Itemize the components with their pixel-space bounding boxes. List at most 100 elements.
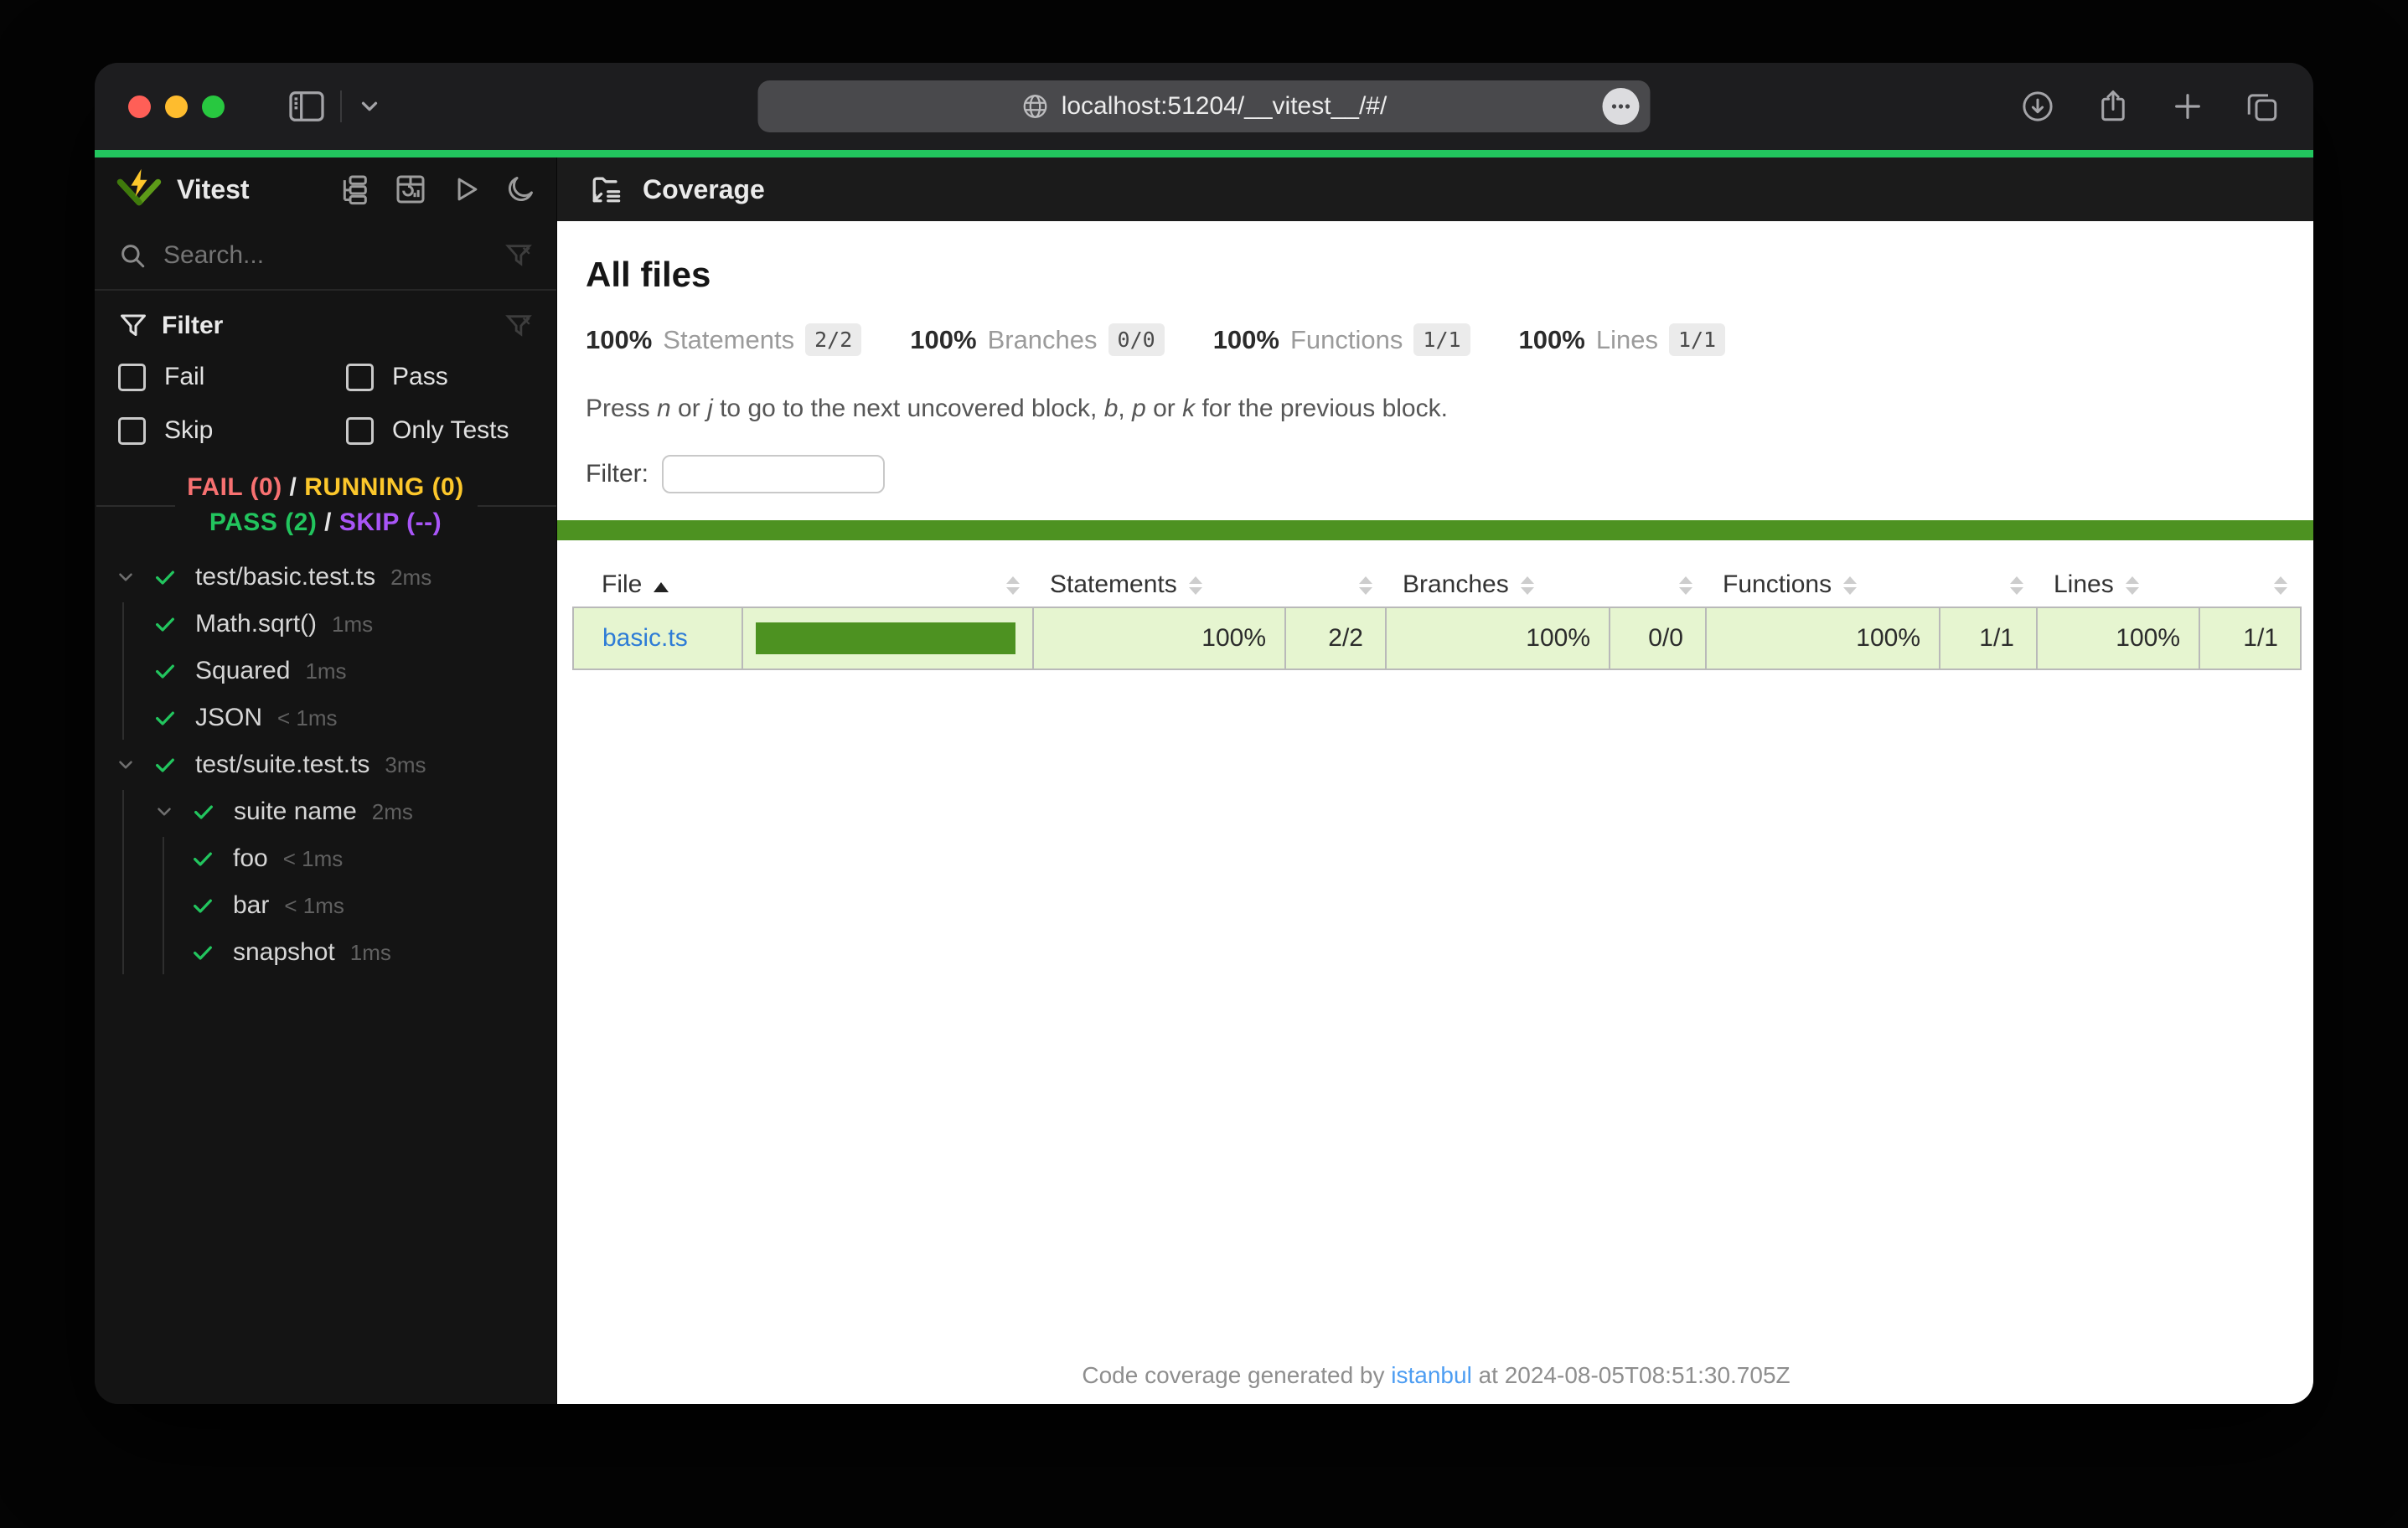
functions-frac-cell: 1/1 xyxy=(1939,607,2038,670)
zoom-window-button[interactable] xyxy=(202,95,225,118)
tree-item-test[interactable]: Squared 1ms xyxy=(95,648,556,694)
chevron-down-icon[interactable] xyxy=(153,801,175,823)
run-all-icon[interactable] xyxy=(450,173,482,205)
column-header-statements-frac[interactable] xyxy=(1285,562,1386,607)
chevron-down-icon[interactable] xyxy=(115,566,137,588)
filter-checkbox-pass[interactable]: Pass xyxy=(346,363,533,391)
test-label: bar xyxy=(233,891,270,919)
pass-check-icon xyxy=(153,659,177,683)
chevron-down-icon[interactable] xyxy=(357,94,382,119)
column-header-functions[interactable]: Functions xyxy=(1706,562,1940,607)
test-label: test/suite.test.ts xyxy=(195,751,370,778)
sort-icon[interactable] xyxy=(2274,576,2287,595)
chevron-down-icon[interactable] xyxy=(115,754,137,776)
filter-checkbox-skip[interactable]: Skip xyxy=(118,416,346,445)
tree-item-suite[interactable]: suite name 2ms xyxy=(95,788,556,835)
checkbox[interactable] xyxy=(346,416,374,445)
tree-indent-guide xyxy=(122,790,124,974)
stat-fraction-badge: 1/1 xyxy=(1413,323,1470,356)
test-status-summary: FAIL (0) / RUNNING (0) PASS (2) / SKIP (… xyxy=(95,470,556,540)
column-header-file[interactable]: File xyxy=(573,562,742,607)
stat-percent: 100% xyxy=(910,324,977,354)
search-bar xyxy=(95,221,556,291)
sort-icon[interactable] xyxy=(1520,576,1534,595)
minimize-window-button[interactable] xyxy=(165,95,188,118)
pass-check-icon xyxy=(191,847,214,870)
column-header-functions-frac[interactable] xyxy=(1940,562,2037,607)
column-header-branches[interactable]: Branches xyxy=(1386,562,1610,607)
test-label: test/basic.test.ts xyxy=(195,563,376,591)
column-header-lines-frac[interactable] xyxy=(2199,562,2301,607)
dashboard-icon[interactable] xyxy=(394,173,427,206)
downloads-icon[interactable] xyxy=(2020,89,2055,124)
sidebar-header: Vitest xyxy=(95,157,556,221)
test-label: suite name xyxy=(234,798,357,825)
globe-icon xyxy=(1021,92,1050,121)
checkbox[interactable] xyxy=(118,363,146,391)
test-tree: test/basic.test.ts 2ms Math.sqrt() 1ms S… xyxy=(95,554,556,976)
tree-item-file[interactable]: test/suite.test.ts 3ms xyxy=(95,741,556,788)
sort-icon[interactable] xyxy=(1188,576,1202,595)
tree-view-icon[interactable] xyxy=(338,173,371,206)
separator: / xyxy=(317,508,339,536)
sidebar-toggle-icon[interactable] xyxy=(288,90,325,122)
test-label: JSON xyxy=(195,704,263,731)
sort-icon[interactable] xyxy=(2010,576,2023,595)
stat-label: Branches xyxy=(987,324,1098,354)
test-duration: < 1ms xyxy=(277,705,338,730)
filter-checkbox-only-tests[interactable]: Only Tests xyxy=(346,416,533,445)
statements-frac-cell: 2/2 xyxy=(1284,607,1387,670)
checkbox-label: Fail xyxy=(164,363,205,390)
sort-icon[interactable] xyxy=(1006,576,1020,595)
tab-overview-icon[interactable] xyxy=(2245,89,2280,124)
column-header-lines[interactable]: Lines xyxy=(2037,562,2199,607)
column-header-chart[interactable] xyxy=(742,562,1033,607)
test-duration: < 1ms xyxy=(282,845,344,871)
search-input[interactable] xyxy=(163,240,488,270)
dark-mode-icon[interactable] xyxy=(504,173,536,205)
sort-icon[interactable] xyxy=(1359,576,1372,595)
pass-check-icon xyxy=(153,565,177,589)
checkbox[interactable] xyxy=(346,363,374,391)
sidebar: Vitest Search... Filter Fail Pass Skip O… xyxy=(95,157,557,1404)
clear-filters-icon[interactable] xyxy=(504,312,533,340)
sort-icon[interactable] xyxy=(2125,576,2139,595)
main-panel: Coverage All files 100% Statements 2/2 1… xyxy=(557,157,2313,1404)
address-bar[interactable]: localhost:51204/__vitest__/#/ xyxy=(757,80,1651,132)
sort-icon[interactable] xyxy=(1679,576,1692,595)
sort-icon[interactable] xyxy=(1843,576,1858,595)
istanbul-link[interactable]: istanbul xyxy=(1391,1362,1472,1388)
skip-count: SKIP (--) xyxy=(338,508,442,536)
stat-percent: 100% xyxy=(586,324,653,354)
test-label: Math.sqrt() xyxy=(195,610,318,638)
page-settings-button[interactable] xyxy=(1602,88,1640,125)
stat-label: Statements xyxy=(663,324,795,354)
page-title: All files xyxy=(586,255,711,294)
column-header-branches-frac[interactable] xyxy=(1610,562,1706,607)
checkbox[interactable] xyxy=(118,416,146,445)
close-window-button[interactable] xyxy=(128,95,151,118)
lines-frac-cell: 1/1 xyxy=(2199,607,2302,670)
clear-search-filter-icon[interactable] xyxy=(504,241,533,270)
column-header-statements[interactable]: Statements xyxy=(1033,562,1285,607)
filter-checkbox-fail[interactable]: Fail xyxy=(118,363,346,391)
share-icon[interactable] xyxy=(2095,89,2131,124)
keyboard-hint: Press n or j to go to the next uncovered… xyxy=(586,395,1448,422)
browser-window: localhost:51204/__vitest__/#/ Vitest Sea… xyxy=(95,63,2313,1404)
tree-item-file[interactable]: test/basic.test.ts 2ms xyxy=(95,554,556,601)
table-header-row: File Statements Branches Functions Lines xyxy=(573,562,2301,607)
coverage-filter-input[interactable] xyxy=(662,455,885,493)
new-tab-icon[interactable] xyxy=(2171,90,2204,123)
stat-functions: 100% Functions 1/1 xyxy=(1213,323,1470,356)
test-duration: < 1ms xyxy=(284,892,344,918)
tree-item-test[interactable]: Math.sqrt() 1ms xyxy=(95,601,556,648)
tree-item-test[interactable]: JSON < 1ms xyxy=(95,694,556,741)
pass-check-icon xyxy=(191,941,214,964)
vitest-logo xyxy=(115,168,163,211)
checkbox-label: Only Tests xyxy=(392,416,509,444)
test-label: Squared xyxy=(195,657,291,684)
coverage-stats: 100% Statements 2/2 100% Branches 0/0 10… xyxy=(586,323,2287,356)
page-header-title: Coverage xyxy=(643,173,765,204)
search-icon xyxy=(118,241,147,270)
file-link[interactable]: basic.ts xyxy=(602,624,688,652)
